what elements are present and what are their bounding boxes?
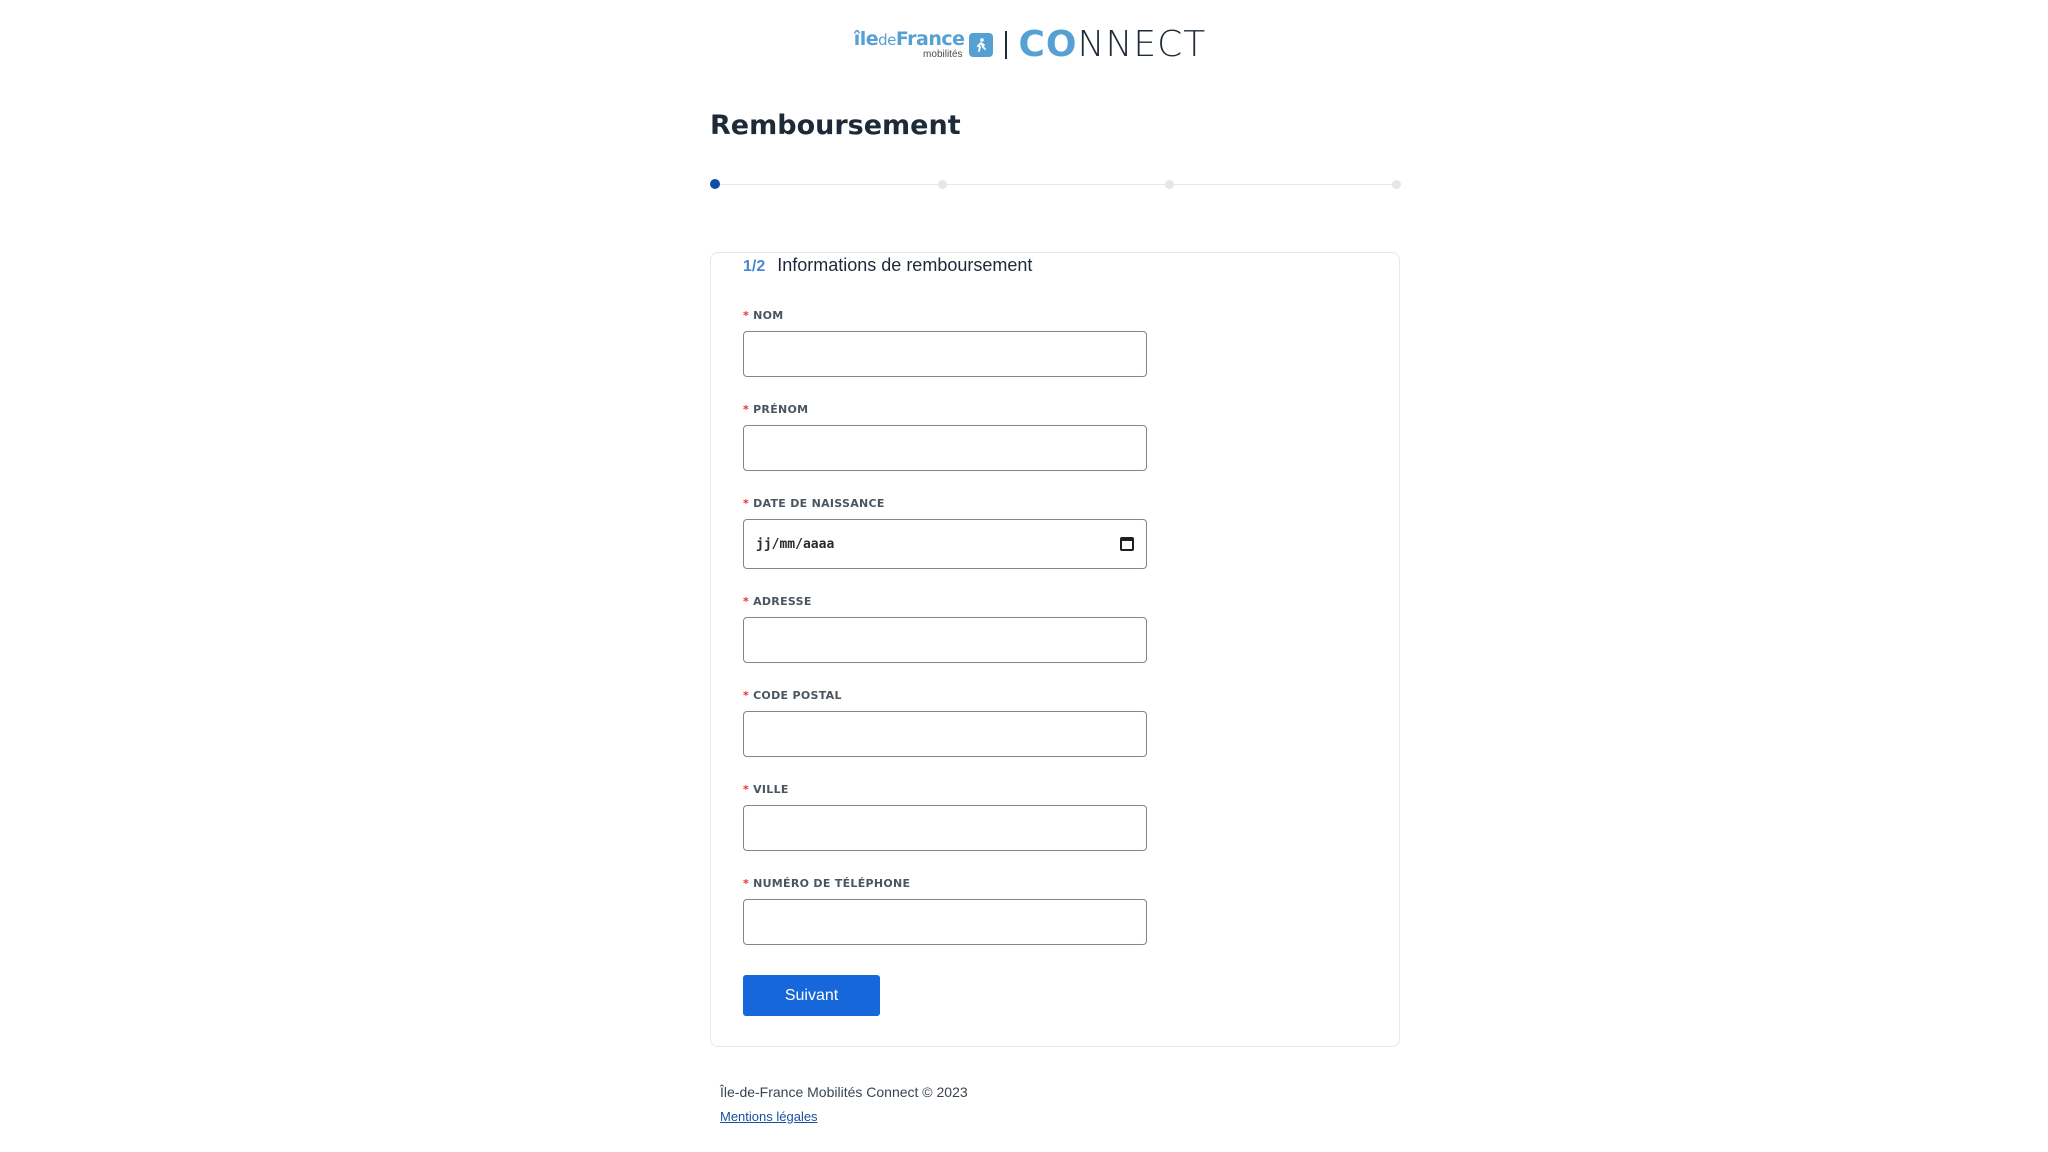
stepper-dot-2 [938,180,947,189]
nom-label: NOM [753,309,784,322]
page-title: Remboursement [710,110,961,141]
logo-ile: île [853,27,879,50]
footer-copyright: Île-de-France Mobilités Connect © 2023 [720,1084,968,1100]
prenom-input[interactable] [743,425,1147,471]
telephone-label: NUMÉRO DE TÉLÉPHONE [753,877,911,890]
calendar-icon[interactable] [1120,537,1134,551]
telephone-input[interactable] [743,899,1147,945]
stepper-track [710,184,1400,185]
page-footer: Île-de-France Mobilités Connect © 2023 M… [720,1080,968,1129]
required-marker: * [743,783,750,796]
code-postal-field-group: * CODE POSTAL [743,689,1147,757]
date-naissance-input[interactable]: jj/mm/aaaa [743,519,1147,569]
suivant-button[interactable]: Suivant [743,975,880,1016]
required-marker: * [743,877,750,890]
idf-mobilites-logo: îledeFrance mobilités [853,27,965,60]
nom-input[interactable] [743,331,1147,377]
code-postal-label: CODE POSTAL [753,689,842,702]
stepper-dot-1 [710,179,720,189]
form-section-header: 1/2 Informations de remboursement [743,255,1032,276]
progress-stepper [710,179,1401,190]
date-placeholder: jj/mm/aaaa [756,536,835,552]
required-marker: * [743,309,750,322]
required-marker: * [743,595,750,608]
logo-de: de [878,30,896,49]
reimbursement-form-card: 1/2 Informations de remboursement * NOM *… [710,252,1400,1047]
logo-separator [1004,30,1007,59]
ville-input[interactable] [743,805,1147,851]
mentions-legales-link[interactable]: Mentions légales [720,1109,818,1124]
header-logo: îledeFrance mobilités CONNECT [0,24,2048,65]
stepper-dot-3 [1165,180,1174,189]
connect-logo: CONNECT [1019,24,1207,65]
date-naissance-field-group: * DATE DE NAISSANCE jj/mm/aaaa [743,497,1147,569]
ville-field-group: * VILLE [743,783,1147,851]
adresse-field-group: * ADRESSE [743,595,1147,663]
person-walking-icon [968,32,993,57]
logo-lockup[interactable]: îledeFrance mobilités CONNECT [854,24,1207,65]
prenom-label: PRÉNOM [753,403,809,416]
connect-logo-co: CO [1018,24,1078,65]
logo-mobilites: mobilités [923,48,963,60]
nom-field-group: * NOM [743,309,1147,377]
date-naissance-label: DATE DE NAISSANCE [753,497,885,510]
form-section-title: Informations de remboursement [777,255,1033,275]
adresse-input[interactable] [743,617,1147,663]
telephone-field-group: * NUMÉRO DE TÉLÉPHONE [743,877,1147,945]
logo-france: France [895,27,965,50]
required-marker: * [743,497,750,510]
form-step-indicator: 1/2 [743,258,766,275]
stepper-dot-4 [1392,180,1401,189]
required-marker: * [743,403,750,416]
ville-label: VILLE [753,783,789,796]
prenom-field-group: * PRÉNOM [743,403,1147,471]
connect-logo-rest: NNECT [1077,24,1207,65]
required-marker: * [743,689,750,702]
code-postal-input[interactable] [743,711,1147,757]
adresse-label: ADRESSE [753,595,812,608]
